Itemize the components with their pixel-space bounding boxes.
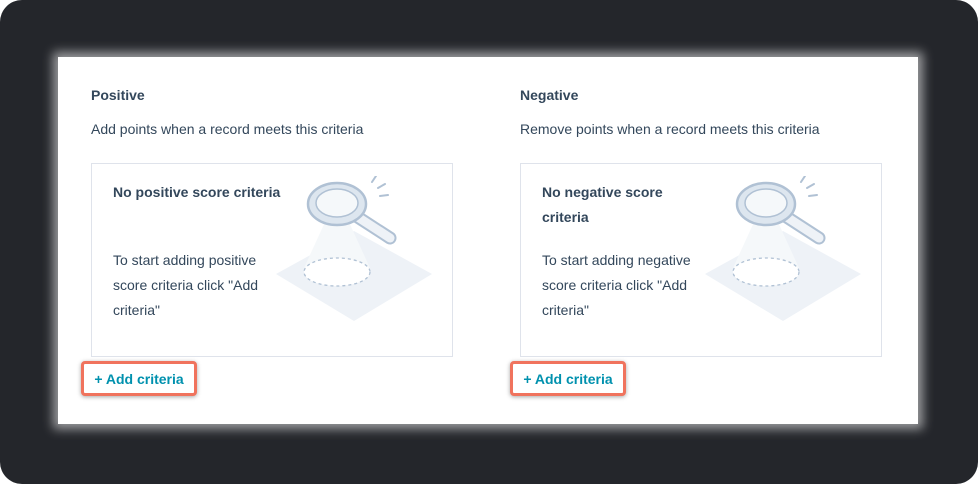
screenshot-frame: Positive Add points when a record meets … — [0, 0, 978, 484]
negative-heading: Negative — [520, 87, 579, 103]
negative-empty-state-card: No negative score criteria To start addi… — [520, 163, 882, 357]
positive-description: Add points when a record meets this crit… — [91, 121, 364, 137]
score-criteria-panel: Positive Add points when a record meets … — [58, 57, 918, 424]
negative-empty-body: To start adding negative score criteria … — [542, 252, 691, 318]
positive-empty-body: To start adding positive score criteria … — [113, 252, 259, 318]
magnifying-glass-icon — [276, 176, 432, 321]
add-negative-criteria-button[interactable]: + Add criteria — [510, 361, 626, 396]
positive-heading: Positive — [91, 87, 145, 103]
negative-empty-title: No negative score criteria — [542, 184, 663, 225]
positive-empty-title: No positive score criteria — [113, 184, 281, 200]
positive-empty-state-card: No positive score criteria To start addi… — [91, 163, 453, 357]
negative-section: Negative Remove points when a record mee… — [510, 57, 890, 424]
magnifying-glass-icon — [705, 176, 861, 321]
add-positive-criteria-button[interactable]: + Add criteria — [81, 361, 197, 396]
positive-section: Positive Add points when a record meets … — [81, 57, 461, 424]
negative-description: Remove points when a record meets this c… — [520, 121, 820, 137]
